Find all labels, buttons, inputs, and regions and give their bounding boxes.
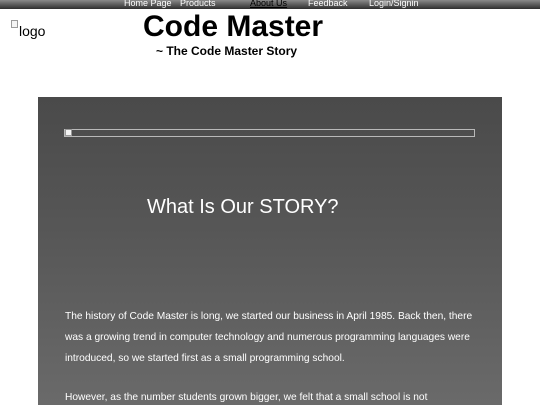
logo-image[interactable]: logo (11, 18, 45, 40)
top-navigation-bar: Home Page Products About Us Feedback Log… (0, 0, 540, 9)
broken-image-icon (65, 129, 72, 136)
site-subtitle: ~ The Code Master Story (156, 44, 298, 58)
nav-link-about-us[interactable]: About Us (250, 0, 287, 9)
site-title: Code Master (143, 10, 324, 43)
nav-link-feedback[interactable]: Feedback (308, 0, 348, 9)
story-paragraph: The history of Code Master is long, we s… (65, 311, 473, 364)
banner-image (64, 129, 475, 137)
nav-link-login-signin[interactable]: Login/Signin (369, 0, 419, 9)
nav-link-home-page[interactable]: Home Page (124, 0, 172, 9)
logo-alt-text: logo (19, 23, 46, 39)
story-panel: What Is Our STORY? The history of Code M… (38, 97, 502, 405)
broken-image-icon (11, 20, 18, 28)
story-paragraph: However, as the number students grown bi… (65, 392, 428, 403)
nav-link-products[interactable]: Products (180, 0, 216, 9)
story-heading: What Is Our STORY? (147, 196, 339, 218)
